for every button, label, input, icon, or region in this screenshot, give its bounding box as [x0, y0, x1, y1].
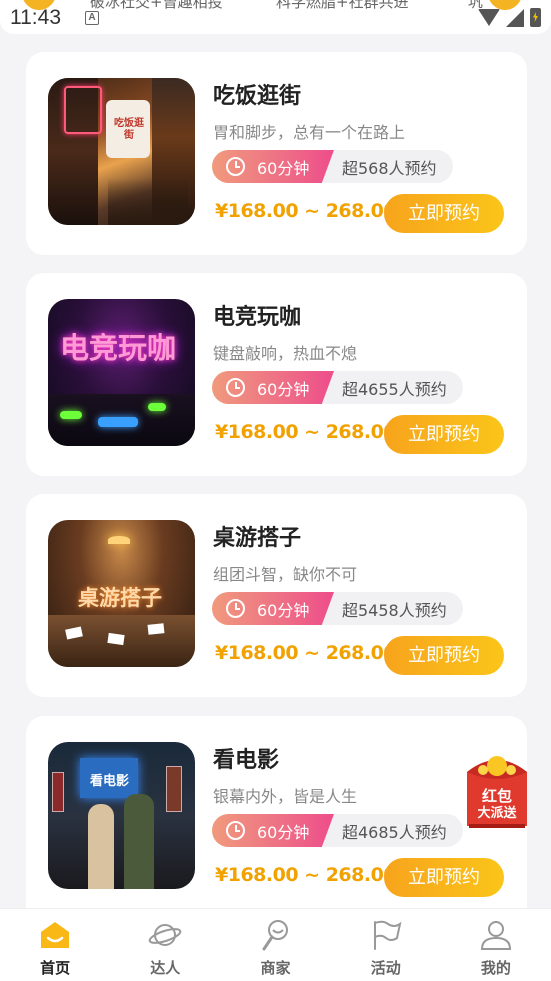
- activity-card[interactable]: 桌游搭子 桌游搭子 组团斗智，缺你不可 60分钟 超5458人预约 ¥168.0…: [26, 494, 527, 697]
- thumb-sign-text: 桌游搭子: [78, 586, 162, 610]
- activity-card[interactable]: 电竞玩咖 电竞玩咖 键盘敲响，热血不熄 60分钟 超4655人预约 ¥168.0…: [26, 273, 527, 476]
- price-range: ¥168.00 ~ 268.00: [215, 642, 397, 664]
- booking-count: 超5458人预约: [342, 600, 447, 620]
- card-title: 吃饭逛街: [213, 84, 302, 109]
- bottom-tab-bar: 首页 达人 商家 活动 我的: [0, 908, 551, 981]
- duration-badge: 60分钟: [212, 592, 334, 625]
- top-fragment-text-1: 破冰社交+曾趣相投: [90, 0, 223, 11]
- flag-icon: [369, 918, 403, 952]
- info-pill: 60分钟 超4685人预约: [212, 814, 463, 847]
- activity-card[interactable]: 吃饭逛街 吃饭逛街 胃和脚步，总有一个在路上 60分钟 超568人预约 ¥168…: [26, 52, 527, 255]
- card-subtitle: 胃和脚步，总有一个在路上: [213, 123, 406, 142]
- info-pill: 60分钟 超5458人预约: [212, 592, 463, 625]
- card-subtitle: 银幕内外，皆是人生: [213, 787, 358, 806]
- clock-icon: [226, 821, 245, 840]
- tab-profile[interactable]: 我的: [441, 909, 551, 981]
- planet-icon: [148, 918, 182, 952]
- street-scene-image: 吃饭逛街: [48, 78, 195, 225]
- user-icon: [479, 918, 513, 952]
- duration-badge: 60分钟: [212, 150, 334, 183]
- thumb-sign-text: 电竞玩咖: [60, 331, 177, 365]
- price-range: ¥168.00 ~ 268.00: [215, 200, 397, 222]
- tab-home-label: 首页: [40, 959, 71, 977]
- duration-badge: 60分钟: [212, 814, 334, 847]
- notification-icon: A: [85, 11, 99, 25]
- tab-profile-label: 我的: [480, 959, 511, 977]
- price-range: ¥168.00 ~ 268.00: [215, 864, 397, 886]
- status-bar: 破冰社交+曾趣相投 科学燃脂+社群共进 巩 11:43 A: [0, 0, 551, 34]
- signal-icon: [506, 8, 524, 27]
- card-title: 桌游搭子: [213, 526, 302, 551]
- duration-badge: 60分钟: [212, 371, 334, 404]
- duration-text: 60分钟: [257, 158, 310, 178]
- tab-home[interactable]: 首页: [0, 909, 110, 981]
- thumb-sign-text: 看电影: [90, 774, 130, 789]
- clock-icon: [226, 157, 245, 176]
- price-range: ¥168.00 ~ 268.00: [215, 421, 397, 443]
- duration-text: 60分钟: [257, 822, 310, 842]
- tab-activities[interactable]: 活动: [331, 909, 441, 981]
- tab-merchants[interactable]: 商家: [220, 909, 330, 981]
- tab-experts-label: 达人: [150, 959, 181, 977]
- booking-count: 超4685人预约: [342, 822, 447, 842]
- esports-bar-image: 电竞玩咖: [48, 299, 195, 446]
- info-pill: 60分钟 超4655人预约: [212, 371, 463, 404]
- tab-activities-label: 活动: [370, 959, 401, 977]
- redpack-label-1: 红包: [481, 787, 512, 805]
- booking-count: 超4655人预约: [342, 379, 447, 399]
- duration-text: 60分钟: [257, 600, 310, 620]
- tab-experts[interactable]: 达人: [110, 909, 220, 981]
- book-now-button[interactable]: 立即预约: [384, 194, 504, 233]
- clock-icon: [226, 599, 245, 618]
- home-icon: [38, 918, 72, 952]
- top-fragment-text-2: 科学燃脂+社群共进: [276, 0, 409, 11]
- card-subtitle: 组团斗智，缺你不可: [213, 565, 358, 584]
- clock-icon: [226, 378, 245, 397]
- book-now-button[interactable]: 立即预约: [384, 415, 504, 454]
- thumb-sign-text: 吃饭逛街: [114, 118, 144, 141]
- book-now-button[interactable]: 立即预约: [384, 636, 504, 675]
- shop-icon: [259, 918, 293, 952]
- info-pill: 60分钟 超568人预约: [212, 150, 453, 183]
- tab-merchants-label: 商家: [260, 959, 291, 977]
- duration-text: 60分钟: [257, 379, 310, 399]
- movie-couple-image: 看电影: [48, 742, 195, 889]
- card-title: 看电影: [213, 748, 280, 773]
- status-icons: [478, 8, 541, 27]
- booking-count: 超568人预约: [342, 158, 437, 178]
- book-now-button[interactable]: 立即预约: [384, 858, 504, 897]
- activity-card[interactable]: 看电影 看电影 银幕内外，皆是人生 60分钟 超4685人预约 ¥168.00 …: [26, 716, 527, 910]
- redpack-label-2: 大派送: [477, 806, 517, 821]
- wifi-icon: [478, 9, 500, 26]
- red-envelope-button[interactable]: 红包 大派送: [463, 752, 531, 828]
- battery-icon: [530, 8, 541, 27]
- card-subtitle: 键盘敲响，热血不熄: [213, 344, 358, 363]
- board-game-image: 桌游搭子: [48, 520, 195, 667]
- card-title: 电竞玩咖: [213, 305, 302, 330]
- status-time: 11:43: [10, 6, 61, 29]
